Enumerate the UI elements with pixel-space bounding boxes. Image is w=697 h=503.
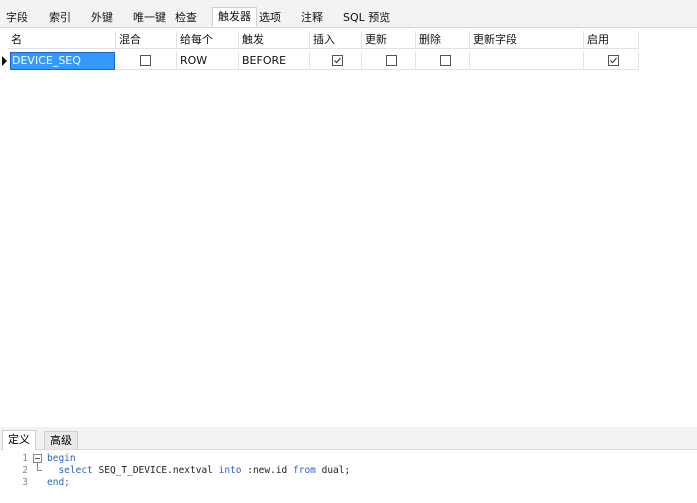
column-header-update-fields[interactable]: 更新字段 <box>470 31 584 49</box>
tab-advanced[interactable]: 高级 <box>44 431 78 449</box>
line-number: 1 <box>22 453 28 464</box>
tab-definition[interactable]: 定义 <box>2 430 36 450</box>
mixed-checkbox[interactable] <box>140 55 151 66</box>
definition-tabbar: 定义 高级 <box>0 427 697 450</box>
enabled-checkbox[interactable] <box>608 55 619 66</box>
line-number: 3 <box>22 477 28 488</box>
column-header-insert[interactable]: 插入 <box>310 31 362 49</box>
column-header-mixed[interactable]: 混合 <box>116 31 177 49</box>
trigger-designer-tabbar: 字段 索引 外键 唯一键 检查 触发器 选项 注释 SQL 预览 <box>0 0 697 28</box>
enabled-cell[interactable] <box>584 52 639 70</box>
tab-triggers[interactable]: 触发器 <box>212 7 257 27</box>
column-header-delete[interactable]: 删除 <box>416 31 470 49</box>
fold-collapse-icon[interactable] <box>33 454 42 463</box>
tab-comments[interactable]: 注释 <box>301 9 323 27</box>
tab-foreign-keys[interactable]: 外键 <box>91 9 113 27</box>
current-row-indicator-icon <box>2 56 7 66</box>
tab-indexes[interactable]: 索引 <box>49 9 71 27</box>
line-number: 2 <box>22 465 28 476</box>
code-line: begin <box>47 453 76 464</box>
update-fields-cell[interactable] <box>470 52 584 70</box>
update-cell[interactable] <box>362 52 416 70</box>
code-line: select SEQ_T_DEVICE.nextval into :new.id… <box>58 465 351 476</box>
fire-cell[interactable]: BEFORE <box>239 52 310 70</box>
tab-sql-preview[interactable]: SQL 预览 <box>343 9 390 27</box>
delete-cell[interactable] <box>416 52 470 70</box>
grid-header-row: 名 混合 给每个 触发 插入 更新 删除 更新字段 启用 <box>0 31 639 49</box>
tab-unique-keys[interactable]: 唯一键 <box>133 9 166 27</box>
check-icon <box>334 57 341 64</box>
trigger-definition-editor[interactable]: 1 2 3 begin select SEQ_T_DEVICE.nextval … <box>0 450 697 503</box>
column-header-update[interactable]: 更新 <box>362 31 416 49</box>
column-header-enabled[interactable]: 启用 <box>584 31 639 49</box>
fold-guide-end <box>37 470 42 471</box>
for-each-cell[interactable]: ROW <box>177 52 239 70</box>
insert-checkbox[interactable] <box>332 55 343 66</box>
mixed-cell[interactable] <box>116 52 177 70</box>
insert-cell[interactable] <box>310 52 362 70</box>
trigger-name-cell[interactable]: DEVICE_SEQ <box>10 52 115 70</box>
update-checkbox[interactable] <box>386 55 397 66</box>
column-header-name[interactable]: 名 <box>8 31 116 49</box>
delete-checkbox[interactable] <box>440 55 451 66</box>
column-header-fire[interactable]: 触发 <box>239 31 310 49</box>
table-row[interactable]: DEVICE_SEQ ROW BEFORE <box>0 52 639 70</box>
column-header-for-each[interactable]: 给每个 <box>177 31 239 49</box>
tab-checks[interactable]: 检查 <box>175 9 197 27</box>
code-line: end; <box>47 477 70 488</box>
tab-fields[interactable]: 字段 <box>6 9 28 27</box>
tab-options[interactable]: 选项 <box>259 9 281 27</box>
check-icon <box>610 57 617 64</box>
